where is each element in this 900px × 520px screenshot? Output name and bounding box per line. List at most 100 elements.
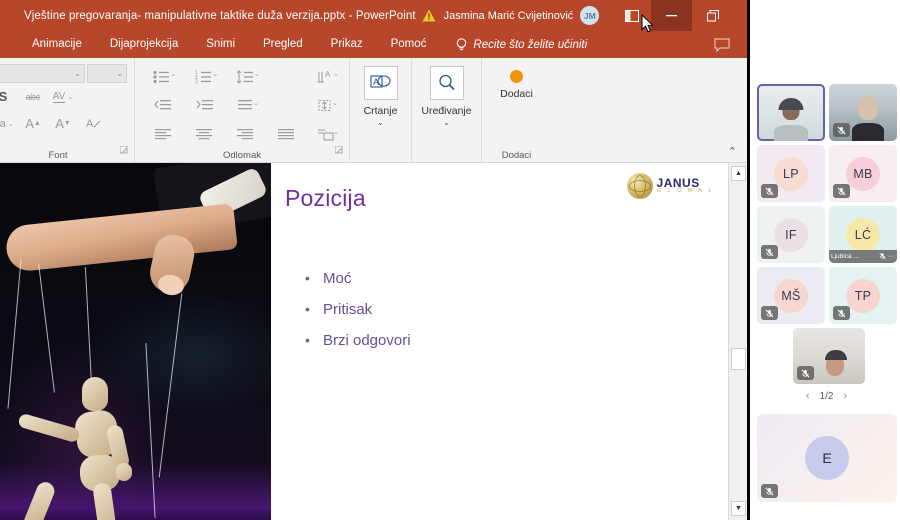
pager-next-button[interactable]: › (843, 390, 847, 402)
clear-formatting-icon[interactable]: A (78, 111, 108, 136)
align-center-icon[interactable] (184, 122, 225, 148)
align-left-icon[interactable] (143, 122, 184, 148)
bullet-icon: • (305, 332, 310, 348)
bullets-icon[interactable]: ⌄ (143, 64, 185, 90)
character-spacing-av-icon[interactable]: AV ⌄ (48, 84, 78, 109)
puppeteer-hand-marionette-image (0, 163, 271, 520)
search-edit-icon[interactable] (429, 66, 464, 100)
account-name[interactable]: Jasmina Marić Cvijetinović (444, 10, 574, 22)
mic-muted-icon (761, 484, 778, 498)
change-case-icon[interactable]: Aa⌄ (0, 111, 18, 136)
ribbon-group-dodaci[interactable]: Dodaci Dodaci (481, 58, 551, 163)
font-dialog-launcher[interactable] (119, 142, 129, 160)
tile-if[interactable]: IF (757, 206, 825, 263)
close-icon[interactable] (733, 0, 747, 31)
ribbon-group-uredivanje[interactable]: Uređivanje ⌄ (411, 58, 481, 163)
slide-edit-area: Pozicija JANUS G L O B A L • Moć • Priti… (0, 163, 747, 520)
chevron-down-icon[interactable]: ⌄ (377, 118, 384, 127)
bullet-text: Moć (323, 270, 352, 287)
svg-text:⌄: ⌄ (213, 71, 218, 78)
ribbon-group-odlomak: ⌄ 123⌄ ⌄ A⌄ (134, 58, 349, 163)
tab-pomoc[interactable]: Pomoć (377, 31, 441, 58)
avatar: MB (846, 156, 880, 191)
bold-s-icon[interactable]: S (0, 84, 18, 109)
svg-text:⌄: ⌄ (253, 100, 259, 107)
tab-snimi[interactable]: Snimi (192, 31, 249, 58)
tile-e[interactable]: E (757, 414, 897, 502)
list-item: • Pritisak (305, 301, 706, 318)
meeting-participants-panel: LP MB IF LĆ Ljubica ... ··· MŠ TP ‹ 1/2 … (753, 0, 900, 520)
ribbon-group-crtanje[interactable]: A Crtanje ⌄ (349, 58, 411, 163)
ribbon-display-options-icon[interactable] (612, 0, 651, 31)
text-direction-icon[interactable]: A ⌄ (307, 64, 349, 90)
slide-content: Pozicija JANUS G L O B A L • Moć • Priti… (271, 163, 728, 520)
tile-video-3[interactable] (793, 328, 865, 384)
slide-canvas[interactable]: Pozicija JANUS G L O B A L • Moć • Priti… (0, 163, 728, 520)
tile-lp[interactable]: LP (757, 145, 825, 202)
drawing-icon[interactable]: A (363, 66, 398, 100)
align-right-icon[interactable] (225, 122, 266, 148)
strikethrough-abc-icon[interactable]: abc (18, 84, 48, 109)
font-name-input[interactable]: ⌄ (0, 64, 85, 83)
decrease-font-size-icon[interactable]: A ▼ (48, 111, 78, 136)
screen-root: Vještine pregovaranja- manipulativne tak… (0, 0, 900, 520)
align-columns-icon[interactable]: ⌄ (227, 93, 269, 119)
addins-dot-icon[interactable] (510, 70, 523, 83)
warning-triangle-icon[interactable] (416, 9, 442, 22)
janus-globe-icon (626, 173, 653, 199)
powerpoint-window: Vještine pregovaranja- manipulativne tak… (0, 0, 750, 520)
tile-lc[interactable]: LĆ Ljubica ... ··· (829, 206, 897, 263)
participant-name-bar: Ljubica ... ··· (829, 250, 897, 263)
collapse-ribbon-icon[interactable]: ⌃ (728, 145, 737, 158)
participant-tile-grid: LP MB IF LĆ Ljubica ... ··· MŠ TP (757, 84, 897, 328)
svg-text:⌄: ⌄ (332, 100, 338, 107)
numbering-icon[interactable]: 123⌄ (185, 64, 227, 90)
tab-pregled[interactable]: Pregled (249, 31, 317, 58)
tile-tp[interactable]: TP (829, 267, 897, 324)
tab-animacije[interactable]: Animacije (18, 31, 96, 58)
line-spacing-icon[interactable]: ⌄ (227, 64, 269, 90)
comment-icon[interactable] (709, 35, 735, 55)
tile-row: IF LĆ Ljubica ... ··· (757, 206, 897, 263)
mic-muted-icon (797, 366, 814, 380)
scroll-up-button[interactable]: ▲ (731, 166, 746, 181)
slide-bullet-list[interactable]: • Moć • Pritisak • Brzi odgovori (305, 270, 706, 349)
tell-me-label: Recite što želite učiniti (473, 38, 588, 51)
participant-pager: ‹ 1/2 › (753, 390, 900, 402)
avatar: TP (846, 278, 880, 313)
increase-indent-icon[interactable] (185, 93, 227, 119)
restore-icon[interactable] (692, 0, 733, 31)
list-item: • Moć (305, 270, 706, 287)
avatar[interactable]: JM (580, 6, 600, 25)
avatar: LĆ (846, 217, 880, 252)
justify-icon[interactable] (267, 122, 308, 148)
minimize-icon[interactable] (651, 0, 693, 31)
font-size-input[interactable]: ⌄ (87, 64, 127, 83)
align-text-icon[interactable]: ⌄ (307, 93, 349, 119)
scroll-down-button[interactable]: ▼ (731, 501, 746, 516)
ribbon-group-label-dodaci: Dodaci (501, 150, 532, 161)
tile-ms[interactable]: MŠ (757, 267, 825, 324)
tile-video-2[interactable] (829, 84, 897, 141)
tab-prikaz[interactable]: Prikaz (317, 31, 377, 58)
more-options-icon[interactable]: ··· (888, 253, 895, 260)
svg-text:⌄: ⌄ (333, 71, 339, 78)
pager-page-indicator: 1/2 (819, 390, 834, 402)
tab-dijaprojekcija[interactable]: Dijaprojekcija (96, 31, 192, 58)
mic-muted-icon (761, 245, 778, 259)
dodaci-label: Dodaci (500, 88, 533, 100)
decrease-indent-icon[interactable] (143, 93, 185, 119)
vertical-scrollbar[interactable]: ▲ ▼ (728, 163, 747, 520)
increase-font-size-icon[interactable]: A ▲ (18, 111, 48, 136)
tile-mb[interactable]: MB (829, 145, 897, 202)
mic-muted-icon (879, 252, 886, 262)
paragraph-dialog-launcher[interactable] (334, 142, 344, 160)
bullet-text: Pritisak (323, 301, 373, 318)
scrollbar-thumb[interactable] (731, 348, 746, 370)
logo-subtitle: G L O B A L (656, 188, 714, 195)
tell-me-search[interactable]: Recite što želite učiniti (456, 37, 588, 52)
tile-video-1[interactable] (757, 84, 825, 141)
chevron-down-icon[interactable]: ⌄ (443, 118, 450, 127)
avatar: E (805, 436, 849, 480)
pager-prev-button[interactable]: ‹ (806, 390, 810, 402)
